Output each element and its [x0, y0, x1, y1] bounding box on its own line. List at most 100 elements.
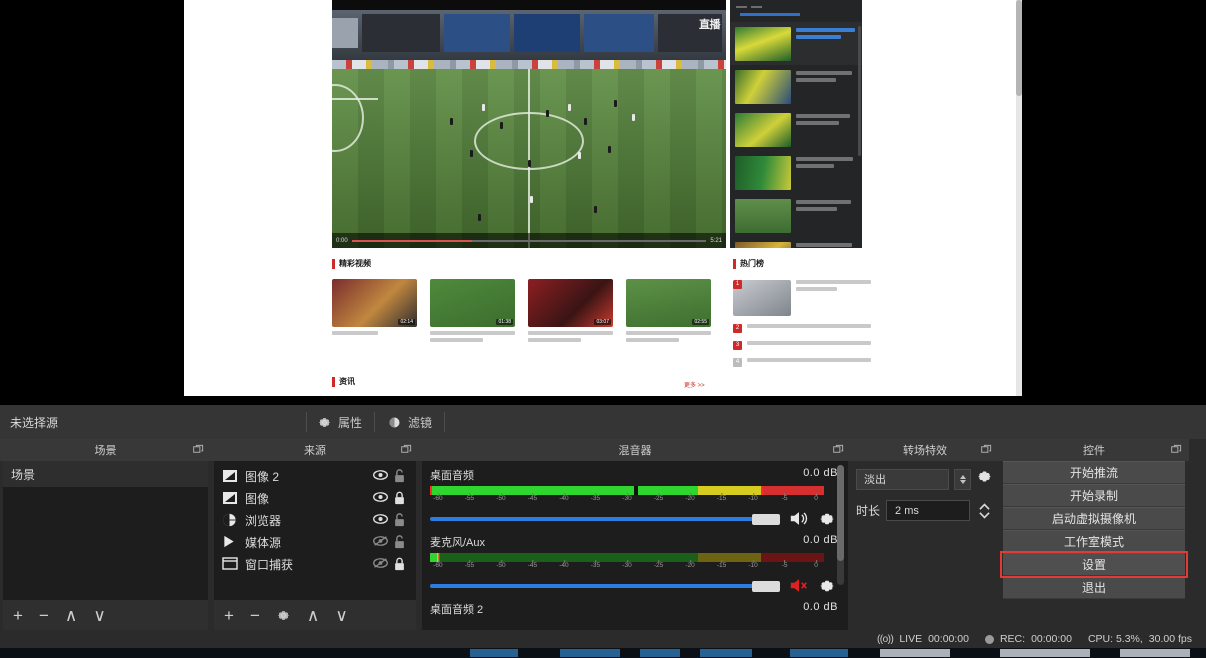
section-news: 资讯	[332, 376, 732, 387]
taskbar-item[interactable]	[560, 649, 620, 657]
transition-settings-gear-icon[interactable]	[976, 468, 993, 490]
more-link[interactable]: 更多 >>	[684, 380, 705, 389]
taskbar-item[interactable]	[1120, 649, 1190, 657]
video-card[interactable]: 03:07	[528, 279, 613, 345]
move-scene-up-button[interactable]: ∧	[65, 607, 77, 624]
video-playlist-sidebar[interactable]	[730, 0, 862, 248]
lock-open-icon[interactable]	[393, 535, 410, 549]
volume-slider[interactable]	[430, 511, 780, 527]
lock-open-icon[interactable]	[393, 513, 410, 527]
float-dock-icon[interactable]	[833, 444, 844, 455]
dock-row: 场景 场景 + − ∧ ∨ 来源 图像 2 图像 浏览器 媒体源 窗口捕获 + …	[0, 439, 1206, 634]
duration-stepper[interactable]	[976, 499, 993, 522]
video-player[interactable]: 直播 0:00 5:21	[332, 0, 726, 248]
source-item-image[interactable]: 图像	[214, 487, 416, 509]
float-dock-icon[interactable]	[193, 444, 204, 455]
duration-label: 时长	[856, 504, 881, 518]
taskbar-item[interactable]	[1000, 649, 1090, 657]
playlist-item[interactable]	[730, 65, 862, 108]
lock-open-icon[interactable]	[393, 469, 410, 483]
playlist-item[interactable]	[730, 108, 862, 151]
mixer-scrollbar[interactable]	[837, 465, 844, 585]
remove-scene-button[interactable]: −	[39, 607, 49, 624]
add-scene-button[interactable]: +	[13, 607, 23, 624]
rank-text	[747, 324, 871, 331]
eye-hidden-icon[interactable]	[372, 535, 389, 549]
source-settings-button[interactable]	[276, 607, 291, 624]
taskbar-item[interactable]	[880, 649, 950, 657]
rank-item[interactable]: 3	[733, 341, 871, 350]
player-controls[interactable]: 0:00 5:21	[332, 233, 726, 248]
toolbar-divider	[306, 412, 307, 432]
source-item-media[interactable]: 媒体源	[214, 531, 416, 553]
playlist-scrollbar[interactable]	[858, 26, 861, 156]
playlist-item[interactable]	[730, 22, 862, 65]
eye-icon[interactable]	[372, 513, 389, 527]
source-item-window-capture[interactable]: 窗口捕获	[214, 553, 416, 575]
remove-source-button[interactable]: −	[250, 607, 260, 624]
transition-stepper[interactable]	[954, 468, 971, 490]
settings-button[interactable]: 设置	[1000, 551, 1188, 578]
sources-list[interactable]: 图像 2 图像 浏览器 媒体源 窗口捕获	[214, 461, 416, 600]
source-item-browser[interactable]: 浏览器	[214, 509, 416, 531]
move-source-up-button[interactable]: ∧	[307, 607, 319, 624]
transitions-title-label: 转场特效	[903, 445, 947, 457]
scenes-list[interactable]: 场景	[3, 461, 208, 600]
video-card[interactable]: 02:55	[626, 279, 711, 345]
taskbar-item[interactable]	[790, 649, 848, 657]
mixer-tracks[interactable]: 桌面音频 0.0 dB -60 -55 -50 -45 -40 -35 -30 …	[422, 461, 848, 634]
page-scrollbar[interactable]	[1016, 0, 1022, 396]
move-scene-down-button[interactable]: ∨	[93, 607, 105, 624]
lock-closed-icon[interactable]	[393, 491, 410, 505]
preview-area[interactable]: 直播 0:00 5:21 精彩视频 02:14 01:38 03:07 02:5…	[0, 0, 1206, 405]
taskbar-item[interactable]	[640, 649, 680, 657]
rank-item[interactable]: 1	[733, 280, 871, 316]
scene-item[interactable]: 场景	[3, 461, 208, 487]
video-card[interactable]: 01:38	[430, 279, 515, 345]
float-dock-icon[interactable]	[1171, 444, 1182, 455]
move-source-down-button[interactable]: ∨	[335, 607, 347, 624]
eye-icon[interactable]	[372, 491, 389, 505]
page-scrollbar-thumb[interactable]	[1016, 0, 1022, 96]
transition-select[interactable]: 淡出	[856, 468, 949, 490]
start-streaming-button[interactable]: 开始推流	[1003, 461, 1185, 484]
mixer-track-desktop-audio[interactable]: 桌面音频 0.0 dB -60 -55 -50 -45 -40 -35 -30 …	[422, 461, 848, 530]
mixer-track-db: 0.0 dB	[803, 534, 838, 546]
taskbar-item[interactable]	[700, 649, 752, 657]
start-recording-button[interactable]: 开始录制	[1003, 484, 1185, 507]
mixer-track-name: 麦克风/Aux	[430, 537, 486, 549]
properties-button[interactable]: 属性	[317, 414, 362, 431]
volume-slider[interactable]	[430, 578, 780, 594]
audio-settings-gear-icon[interactable]	[818, 577, 838, 595]
windows-taskbar[interactable]	[0, 648, 1206, 658]
rank-item[interactable]: 4	[733, 358, 871, 367]
add-source-button[interactable]: +	[224, 607, 234, 624]
lock-closed-icon[interactable]	[393, 557, 410, 571]
audio-settings-gear-icon[interactable]	[818, 510, 838, 528]
video-card[interactable]: 02:14	[332, 279, 417, 345]
start-virtual-camera-button[interactable]: 启动虚拟摄像机	[1003, 507, 1185, 530]
eye-icon[interactable]	[372, 469, 389, 483]
video-duration-tag: 02:55	[692, 319, 709, 325]
speaker-on-icon[interactable]	[789, 510, 809, 528]
float-dock-icon[interactable]	[981, 444, 992, 455]
speaker-muted-icon[interactable]	[789, 577, 809, 595]
eye-hidden-icon[interactable]	[372, 557, 389, 571]
sources-toolbar: + − ∧ ∨	[214, 600, 416, 630]
duration-input[interactable]: 2 ms	[886, 500, 970, 521]
preview-canvas[interactable]: 直播 0:00 5:21 精彩视频 02:14 01:38 03:07 02:5…	[184, 0, 1022, 396]
video-progress-bar[interactable]	[351, 239, 707, 242]
mixer-track-mic-aux[interactable]: 麦克风/Aux 0.0 dB -60 -55 -50 -45 -40 -35 -30 -2…	[422, 530, 848, 597]
source-item-image-2[interactable]: 图像 2	[214, 465, 416, 487]
studio-mode-button[interactable]: 工作室模式	[1003, 530, 1185, 553]
section-title: 资讯	[332, 376, 732, 387]
mixer-track-desktop-audio-2[interactable]: 桌面音频 2 0.0 dB	[422, 597, 848, 622]
float-dock-icon[interactable]	[401, 444, 412, 455]
rank-item[interactable]: 2	[733, 324, 871, 333]
taskbar-item[interactable]	[470, 649, 518, 657]
exit-button[interactable]: 退出	[1003, 576, 1185, 599]
playlist-item[interactable]	[730, 151, 862, 194]
playlist-item[interactable]	[730, 194, 862, 237]
playlist-item[interactable]	[730, 237, 862, 248]
filters-button[interactable]: 滤镜	[387, 414, 432, 431]
